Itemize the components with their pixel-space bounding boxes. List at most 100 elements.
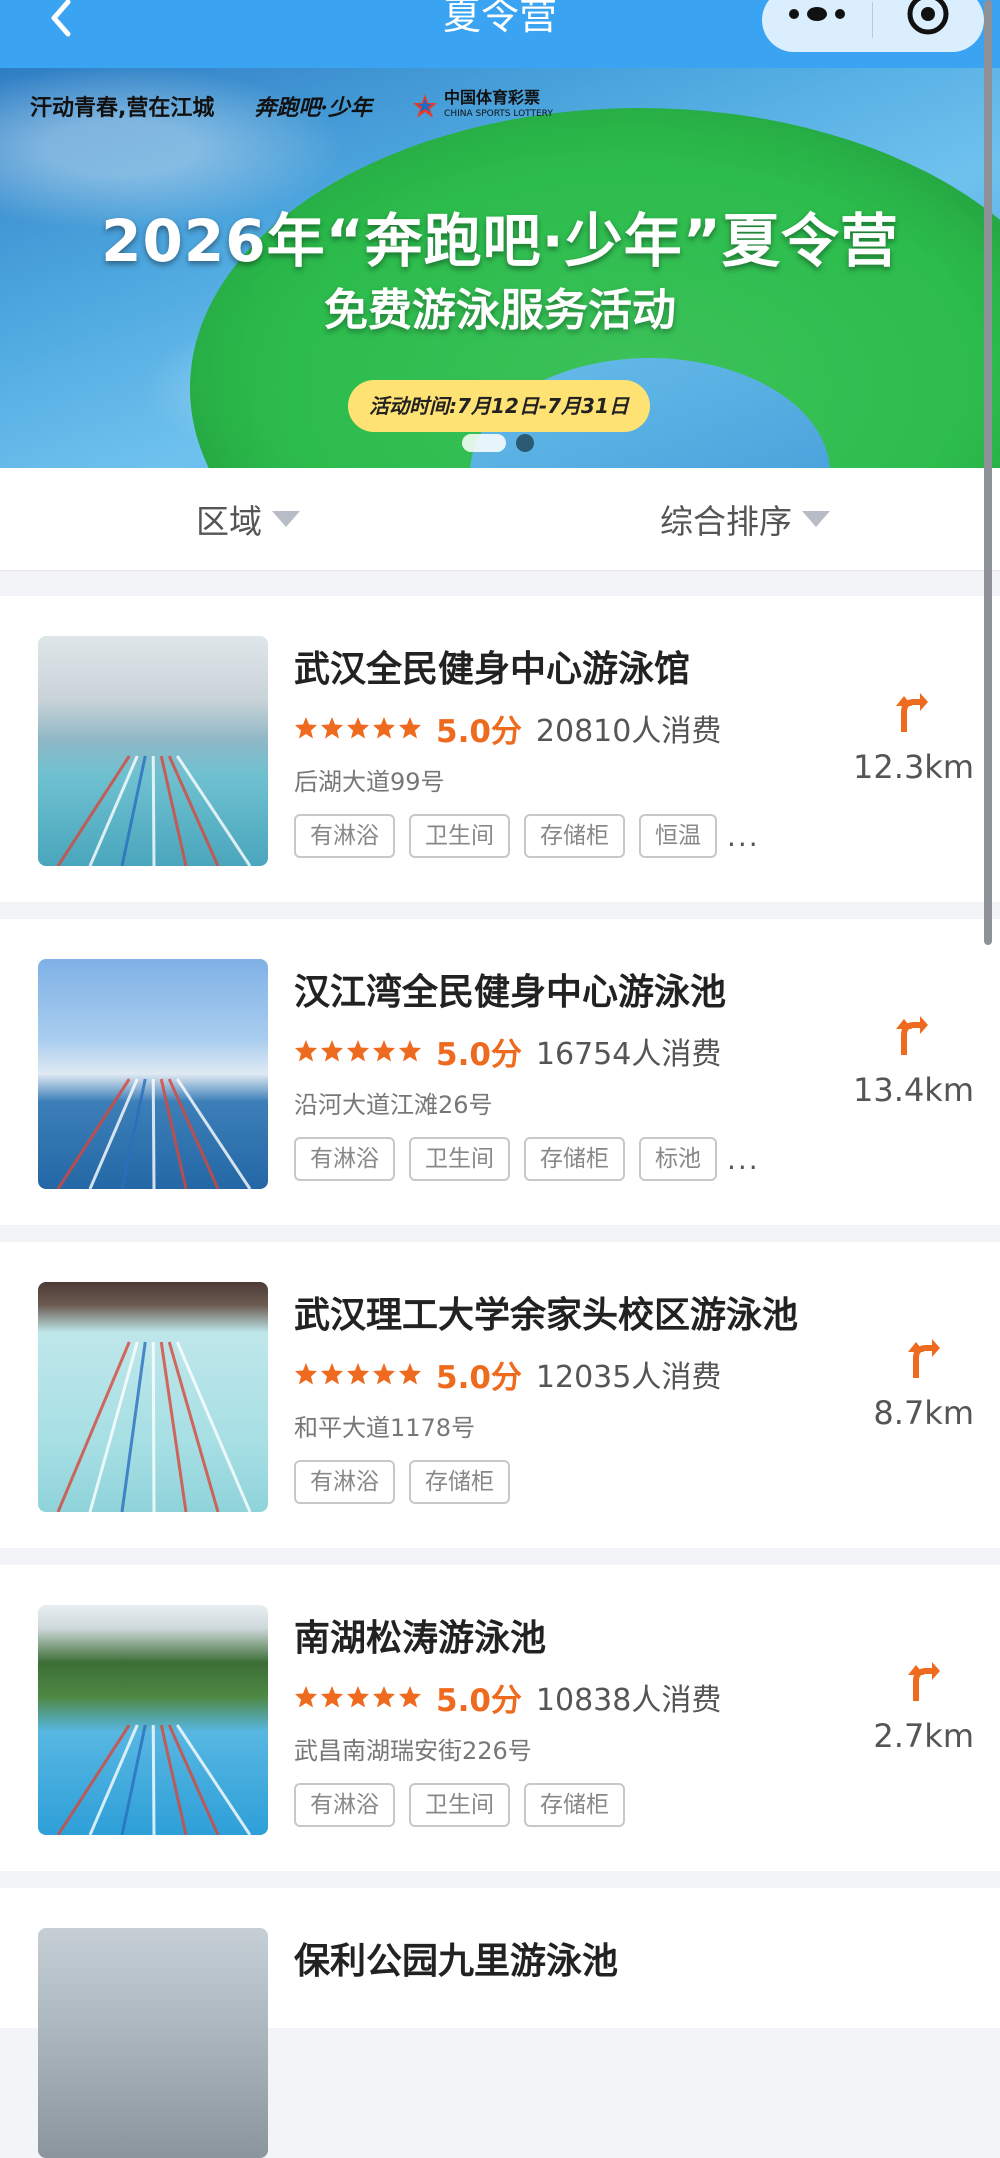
consumer-count: 16754人消费 — [535, 1037, 722, 1072]
pool-lanes-graphic — [56, 1341, 252, 1512]
area-filter-dropdown[interactable]: 区域 — [196, 468, 300, 570]
amenity-tag: 存储柜 — [524, 1783, 625, 1827]
amenity-tags: 有淋浴 卫生间 存储柜 恒温... — [294, 814, 760, 858]
carousel-indicator — [462, 434, 534, 452]
pool-lanes-graphic — [56, 755, 252, 866]
turn-arrow-icon — [894, 692, 928, 732]
venue-distance: 8.7km — [873, 1394, 974, 1432]
more-dots-icon — [789, 7, 845, 21]
amenity-tag: 卫生间 — [409, 814, 510, 858]
star-icon — [321, 1686, 343, 1708]
star-icon — [321, 1363, 343, 1385]
star-rating — [294, 716, 422, 740]
amenity-tag: 卫生间 — [409, 1783, 510, 1827]
turn-arrow-icon — [906, 1338, 940, 1378]
venue-card[interactable]: 汉江湾全民健身中心游泳池 5.0分 16754人消费 沿河大道江滩26号 有淋浴 卫生间存… — [0, 919, 1000, 1225]
amenity-tag: 标池 — [639, 1137, 717, 1181]
star-rating — [294, 1039, 422, 1063]
consumer-count: 12035人消费 — [535, 1360, 722, 1395]
rating-row: 5.0分 12035人消费 — [294, 1354, 722, 1396]
pool-lanes-graphic — [56, 1078, 252, 1189]
logo-lottery-cn: 中国体育彩票 — [444, 88, 541, 107]
star-icon — [347, 1363, 369, 1385]
star-icon — [347, 717, 369, 739]
venue-score: 5.0分 — [436, 1036, 522, 1073]
target-close-icon — [907, 0, 949, 35]
more-tags-ellipsis: ... — [727, 1142, 760, 1176]
mini-program-capsule — [762, 0, 984, 52]
navigate-button[interactable]: 13.4km — [814, 1015, 974, 1125]
venue-address: 后湖大道99号 — [294, 768, 445, 796]
promo-banner[interactable]: 汗动青春,营在江城 奔跑吧·少年 中国体育彩票 CHINA SPORTS LOT… — [0, 68, 1000, 468]
venue-photo — [38, 1928, 268, 2158]
venue-card[interactable]: 武汉理工大学余家头校区游泳池 5.0分 12035人消费和平大道1178号有淋浴 存储… — [0, 1242, 1000, 1548]
caret-down-icon — [802, 511, 830, 527]
amenity-tag: 存储柜 — [524, 1137, 625, 1181]
venue-photo — [38, 1282, 268, 1512]
carousel-dot-2[interactable] — [516, 434, 534, 452]
amenity-tags: 有淋浴 存储柜 — [294, 1460, 510, 1504]
amenity-tag: 有淋浴 — [294, 1460, 395, 1504]
sort-filter-label: 综合排序 — [660, 502, 792, 541]
navigate-button[interactable]: 8.7km — [814, 1338, 974, 1448]
star-icon — [373, 717, 395, 739]
filter-bar: 区域 综合排序 — [0, 468, 1000, 571]
rating-row: 5.0分 20810人消费 — [294, 708, 722, 750]
venue-card[interactable]: 南湖松涛游泳池 5.0分 10838人消费 武昌南湖瑞安街226号 有淋浴 卫生间 存储柜 2… — [0, 1565, 1000, 1871]
top-nav-bar: 夏令营 — [0, 0, 1000, 68]
star-icon — [347, 1040, 369, 1062]
navigate-button[interactable]: 12.3km — [814, 692, 974, 802]
venue-card[interactable]: 武汉全民健身中心游泳馆 5.0分 20810人消费后湖大道99号有淋浴 卫生间 存储柜恒… — [0, 596, 1000, 902]
logo-sports-lottery: 中国体育彩票 CHINA SPORTS LOTTERY — [412, 90, 553, 122]
close-button[interactable] — [873, 0, 983, 52]
amenity-tags: 有淋浴 卫生间 存储柜 标池... — [294, 1137, 760, 1181]
venue-card[interactable]: 保利公园九里游泳池 — [0, 1888, 1000, 2158]
star-icon — [347, 1686, 369, 1708]
amenity-tag: 有淋浴 — [294, 1137, 395, 1181]
amenity-tag: 卫生间 — [409, 1137, 510, 1181]
venue-name: 南湖松涛游泳池 — [294, 1618, 547, 1659]
star-icon — [295, 1686, 317, 1708]
turn-arrow-icon — [906, 1661, 940, 1701]
more-button[interactable] — [762, 0, 872, 52]
venue-distance: 13.4km — [853, 1071, 974, 1109]
venue-address: 沿河大道江滩26号 — [294, 1091, 493, 1119]
banner-logos: 汗动青春,营在江城 奔跑吧·少年 中国体育彩票 CHINA SPORTS LOT… — [30, 86, 553, 126]
pool-lanes-graphic — [56, 1724, 252, 1835]
venue-name: 武汉理工大学余家头校区游泳池 — [294, 1295, 799, 1336]
amenity-tag: 存储柜 — [524, 814, 625, 858]
venue-address: 和平大道1178号 — [294, 1414, 476, 1442]
star-logo-icon — [413, 94, 438, 118]
star-icon — [399, 1363, 421, 1385]
banner-title: 2026年“奔跑吧·少年”夏令营 — [101, 207, 899, 275]
logo-run-youth: 奔跑吧·少年 — [254, 95, 373, 121]
rating-row: 5.0分 16754人消费 — [294, 1031, 722, 1073]
consumer-count: 20810人消费 — [535, 714, 722, 749]
star-icon — [295, 1363, 317, 1385]
star-icon — [321, 717, 343, 739]
star-rating — [294, 1685, 422, 1709]
star-icon — [373, 1363, 395, 1385]
venue-name: 保利公园九里游泳池 — [294, 1941, 619, 1982]
star-rating — [294, 1362, 422, 1386]
area-filter-label: 区域 — [196, 502, 262, 541]
star-icon — [321, 1040, 343, 1062]
event-time-badge: 活动时间:7月12日-7月31日 — [348, 380, 650, 432]
carousel-dot-1[interactable] — [462, 434, 506, 452]
consumer-count: 10838人消费 — [535, 1683, 722, 1718]
banner-subtitle: 免费游泳服务活动 — [324, 285, 676, 336]
venue-score: 5.0分 — [436, 1682, 522, 1719]
venue-name: 武汉全民健身中心游泳馆 — [294, 649, 691, 690]
caret-down-icon — [272, 511, 300, 527]
star-icon — [373, 1686, 395, 1708]
more-tags-ellipsis: ... — [727, 819, 760, 853]
navigate-button[interactable]: 2.7km — [814, 1661, 974, 1771]
sort-filter-dropdown[interactable]: 综合排序 — [660, 468, 830, 570]
venue-score: 5.0分 — [436, 713, 522, 750]
star-icon — [373, 1040, 395, 1062]
amenity-tags: 有淋浴 卫生间 存储柜 — [294, 1783, 625, 1827]
scrollbar[interactable] — [984, 0, 992, 945]
venue-distance: 2.7km — [873, 1717, 974, 1755]
turn-arrow-icon — [894, 1015, 928, 1055]
venue-distance: 12.3km — [853, 748, 974, 786]
